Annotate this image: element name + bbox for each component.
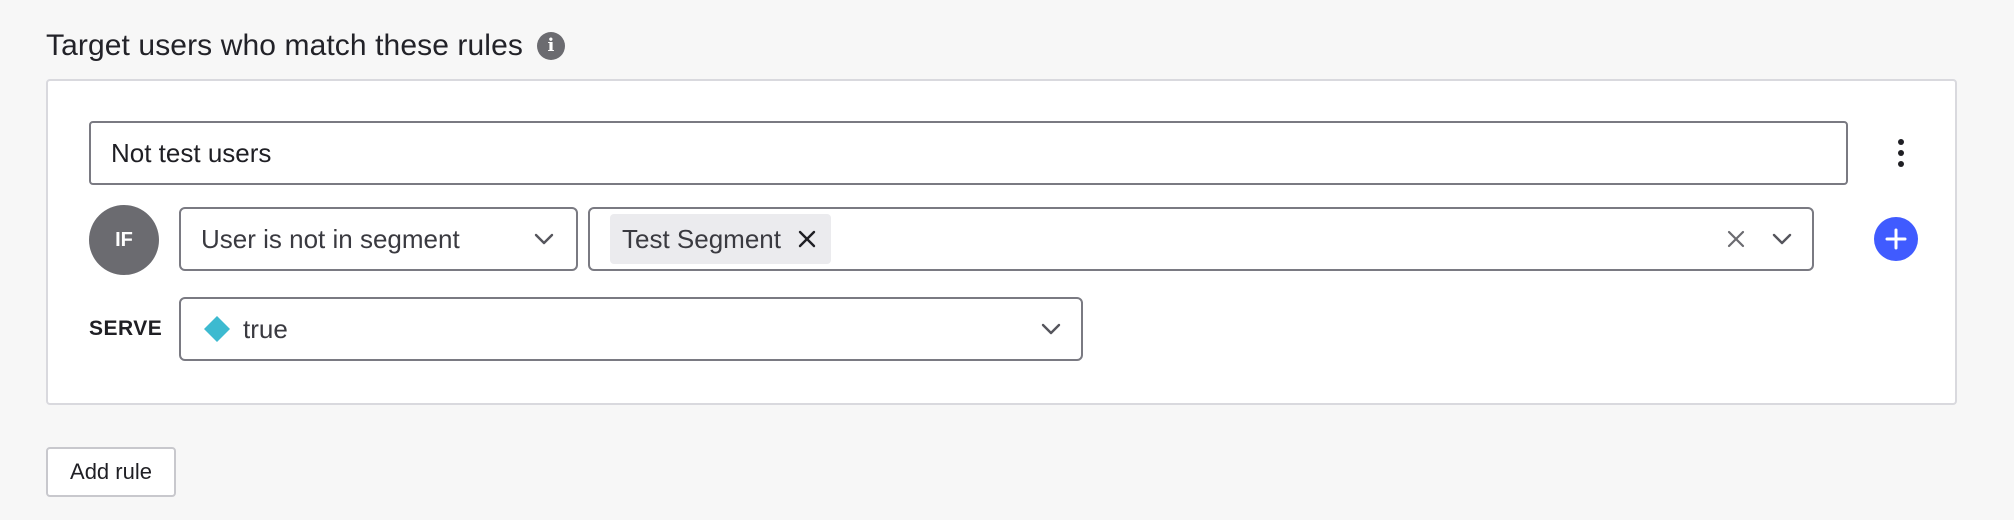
section-header: Target users who match these rules i [46, 26, 565, 66]
segment-chip-label: Test Segment [622, 223, 781, 254]
diamond-icon [203, 315, 231, 343]
serve-variation-select[interactable]: true [179, 297, 1083, 361]
kebab-menu-icon[interactable] [1886, 133, 1916, 173]
if-badge: IF [89, 205, 159, 275]
info-icon[interactable]: i [536, 32, 565, 60]
section-title: Target users who match these rules [46, 29, 523, 62]
serve-label: SERVE [89, 317, 163, 340]
plus-circle-icon[interactable] [1874, 217, 1918, 261]
segment-chip: Test Segment [610, 214, 831, 264]
segment-values-select[interactable]: Test Segment [588, 207, 1814, 271]
close-icon[interactable] [795, 227, 819, 251]
chevron-down-icon [1039, 317, 1063, 341]
clear-icon[interactable] [1724, 227, 1748, 251]
rule-card: IF User is not in segment Test Segment S… [46, 79, 1957, 405]
serve-variation-value: true [243, 313, 288, 344]
chevron-down-icon [532, 227, 556, 251]
values-controls [1724, 227, 1794, 251]
operator-select[interactable]: User is not in segment [179, 207, 578, 271]
chevron-down-icon[interactable] [1770, 227, 1794, 251]
operator-select-value: User is not in segment [201, 223, 460, 254]
rule-name-input[interactable] [89, 121, 1848, 185]
add-rule-button[interactable]: Add rule [46, 447, 176, 497]
